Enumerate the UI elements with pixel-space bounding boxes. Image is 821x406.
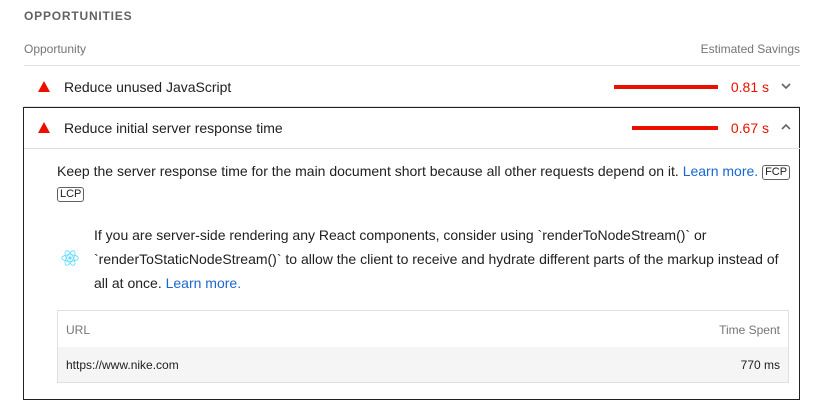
section-title: OPPORTUNITIES [24, 9, 133, 23]
row-time-spent: 770 ms [740, 358, 780, 372]
column-header-time-spent: Time Spent [719, 323, 780, 337]
column-header-url: URL [66, 323, 91, 337]
estimated-savings-column-header: Estimated Savings [700, 42, 800, 56]
details-table: URL Time Spent https://www.nike.com 770 … [57, 310, 789, 383]
tag-fcp: FCP [762, 165, 791, 180]
audit-title: Reduce initial server response time [64, 120, 283, 136]
savings-value: 0.67 s [730, 120, 769, 136]
tag-lcp: LCP [57, 187, 85, 202]
opportunity-column-header: Opportunity [24, 42, 87, 56]
chevron-down-icon[interactable] [780, 80, 792, 92]
chevron-up-icon[interactable] [780, 121, 792, 133]
savings-value: 0.81 s [730, 79, 769, 95]
learn-more-link[interactable]: Learn more. [683, 163, 758, 179]
description-text: Keep the server response time for the ma… [57, 163, 679, 179]
savings-bar [632, 126, 718, 130]
stack-pack-learn-more-link[interactable]: Learn more. [166, 275, 241, 291]
savings-bar [614, 85, 718, 89]
react-icon [61, 250, 79, 266]
row-url[interactable]: https://www.nike.com [66, 358, 179, 372]
audit-title: Reduce unused JavaScript [64, 79, 232, 95]
stack-pack-note: If you are server-side rendering any Rea… [94, 223, 794, 295]
fail-triangle-icon [38, 81, 50, 92]
row-divider [24, 148, 800, 149]
audit-row-server-response-time[interactable]: Reduce initial server response time 0.67… [24, 107, 800, 148]
audit-row-unused-javascript[interactable]: Reduce unused JavaScript 0.81 s [24, 66, 800, 107]
table-row: https://www.nike.com 770 ms [58, 347, 788, 382]
audit-description: Keep the server response time for the ma… [57, 160, 792, 204]
fail-triangle-icon [38, 122, 50, 133]
